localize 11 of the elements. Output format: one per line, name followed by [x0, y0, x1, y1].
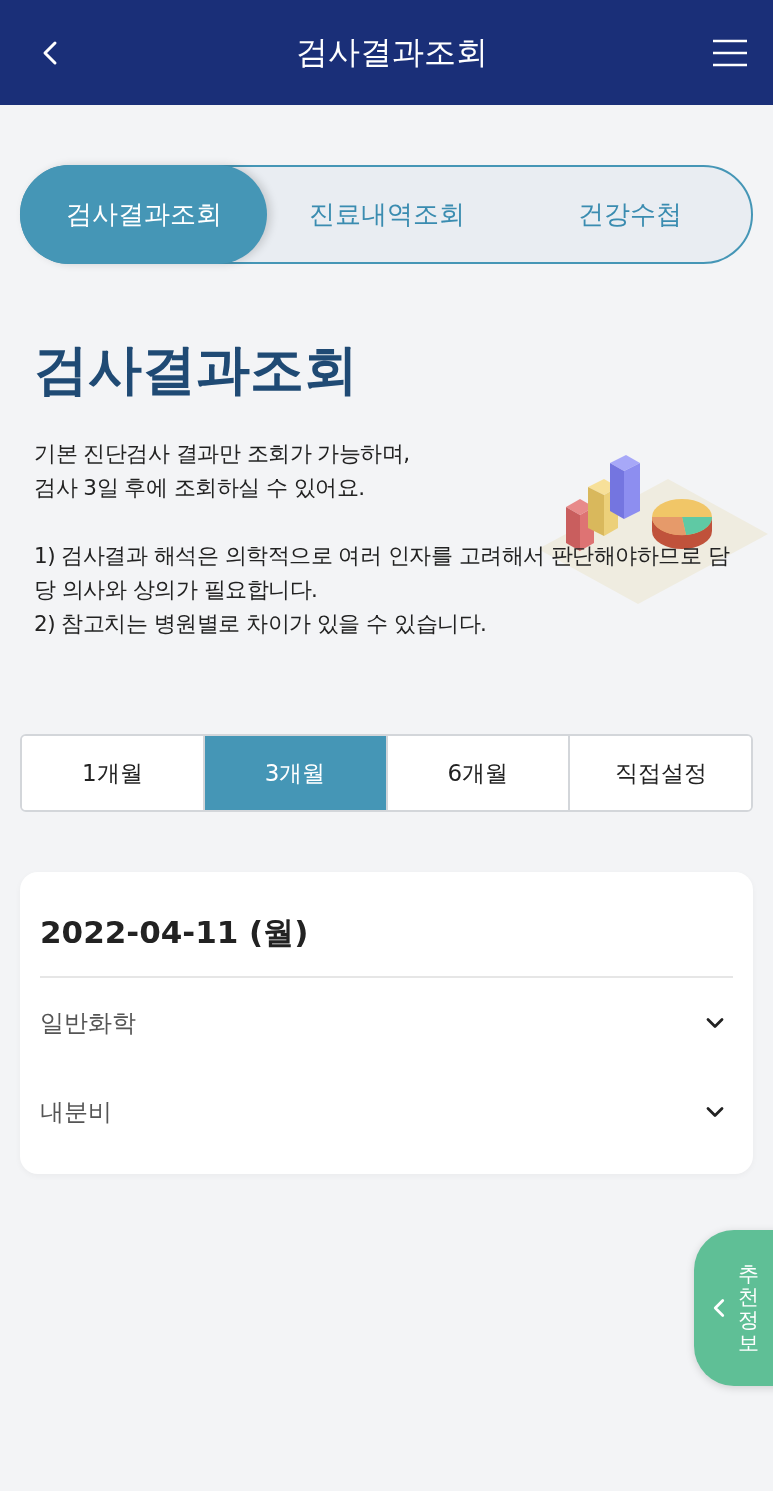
- result-item[interactable]: 일반화학: [40, 978, 733, 1067]
- note-text: 2) 참고치는 병원별로 차이가 있을 수 있습니다.: [34, 610, 488, 638]
- page-title: 검사결과조회: [295, 31, 488, 73]
- menu-icon[interactable]: [713, 38, 747, 67]
- result-item[interactable]: 내분비: [40, 1067, 733, 1156]
- result-date: 2022-04-11 (월): [40, 912, 733, 978]
- section-heading: 검사결과조회: [34, 337, 359, 403]
- description-text: 기본 진단검사 결과만 조회가 가능하며,: [34, 440, 411, 468]
- note-text: 1) 검사결과 해석은 의학적으로 여러 인자를 고려해서 판단해야하므로 담당 의사와 상의가 필요합니다.: [34, 542, 731, 604]
- period-button[interactable]: 직접설정: [568, 736, 751, 810]
- description-text: 검사 3일 후에 조회하실 수 있어요.: [34, 474, 366, 502]
